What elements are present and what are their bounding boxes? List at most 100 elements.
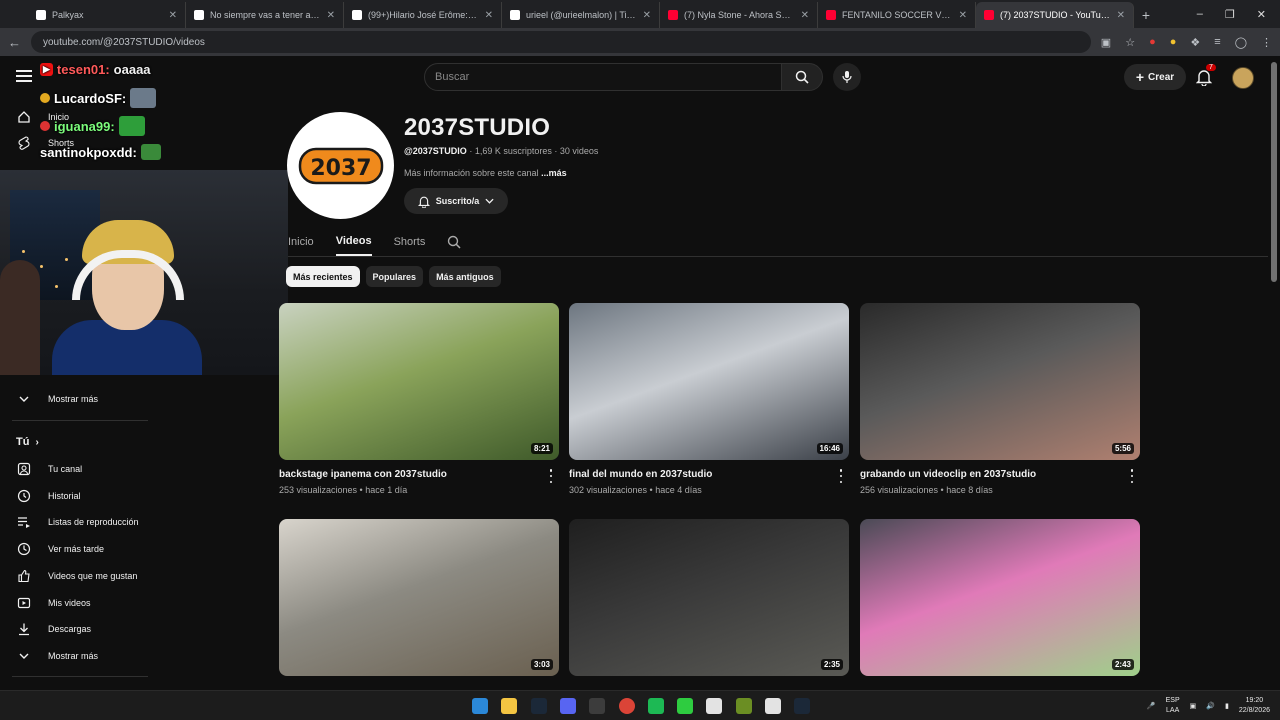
ccleaner-2-icon[interactable] — [765, 698, 781, 714]
tab-close-icon[interactable]: ✕ — [1117, 10, 1125, 21]
chrome-icon[interactable] — [618, 698, 635, 714]
sidebar-item-my-videos[interactable]: Mis videos — [0, 590, 160, 616]
ccleaner-icon[interactable] — [706, 698, 723, 714]
video-thumbnail[interactable]: 3:03 — [279, 519, 559, 676]
subscribed-button[interactable]: Suscrito/a — [404, 188, 508, 214]
tab-close-icon[interactable]: ✕ — [801, 10, 809, 21]
game-icon[interactable] — [735, 698, 752, 714]
browser-tab[interactable]: Palkyax ✕ — [28, 2, 186, 28]
chip-most-recent[interactable]: Más recientes — [286, 266, 360, 287]
tab-close-icon[interactable]: ✕ — [169, 10, 177, 21]
create-button[interactable]: + Crear — [1124, 64, 1186, 90]
steam-2-icon[interactable] — [794, 698, 811, 714]
video-thumbnail[interactable]: 2:35 — [569, 519, 849, 676]
minimize-icon[interactable]: – — [1197, 8, 1203, 20]
cast-icon[interactable]: ▣ — [1101, 36, 1111, 49]
volume-icon[interactable]: 🔊 — [1206, 702, 1215, 710]
tab-videos[interactable]: Videos — [335, 228, 372, 256]
page-scrollbar[interactable] — [1271, 62, 1277, 282]
sidebar-item-download[interactable]: Descargas — [0, 616, 160, 642]
browser-tab[interactable]: (7) Nyla Stone - Ahora Soy Mi P ✕ — [660, 2, 818, 28]
browser-tab[interactable]: urieel (@urieelmalon) | TikTok ✕ — [502, 2, 660, 28]
sidebar-item-watch-later[interactable]: Ver más tarde — [0, 536, 160, 562]
browser-tab[interactable]: (7) 2037STUDIO - YouTube ✕ — [976, 2, 1134, 28]
more-options-icon[interactable] — [1126, 469, 1138, 483]
url-field[interactable]: youtube.com/@2037STUDIO/videos — [31, 31, 1091, 53]
history-icon — [16, 488, 32, 504]
tab-title: urieel (@urieelmalon) | TikTok — [526, 10, 637, 20]
chip-oldest[interactable]: Más antiguos — [429, 266, 501, 287]
extension-red-icon[interactable]: ● — [1149, 36, 1156, 48]
video-title[interactable]: grabando un videoclip en 2037studio — [860, 469, 1036, 480]
tab-inicio[interactable]: Inicio — [288, 228, 314, 256]
battery-icon[interactable]: ▮ — [1225, 702, 1229, 710]
notifications-button[interactable]: 7 — [1195, 64, 1216, 88]
browser-tab[interactable]: (99+)Hilario José Erôme: perfil ✕ — [344, 2, 502, 28]
hamburger-menu-icon[interactable] — [16, 70, 32, 82]
sidebar-show-more-2[interactable]: Mostrar más — [0, 643, 160, 669]
channel-more-link[interactable]: ...más — [541, 168, 567, 178]
account-avatar[interactable] — [1232, 67, 1254, 89]
channel-avatar[interactable]: 2037 — [287, 112, 394, 219]
search-input[interactable]: Buscar — [424, 63, 782, 91]
video-thumbnail[interactable]: 16:46 — [569, 303, 849, 460]
file-explorer-icon[interactable] — [501, 698, 518, 714]
more-options-icon[interactable] — [545, 469, 557, 483]
channel-search-button[interactable] — [447, 228, 461, 256]
extensions-puzzle-icon[interactable]: ❖ — [1190, 36, 1200, 49]
tab-close-icon[interactable]: ✕ — [327, 10, 335, 21]
discord-icon[interactable] — [559, 698, 576, 714]
clock[interactable]: 19:20 22/8/2026 — [1239, 696, 1270, 716]
more-options-icon[interactable] — [835, 469, 847, 483]
start-menu-icon[interactable] — [472, 698, 488, 714]
create-label: Crear — [1148, 71, 1175, 83]
video-thumbnail[interactable]: 2:43 — [860, 519, 1140, 676]
sidebar-item-history[interactable]: Historial — [0, 483, 160, 509]
obs-icon[interactable] — [589, 698, 606, 714]
tab-close-icon[interactable]: ✕ — [959, 10, 967, 21]
browser-tab[interactable]: No siempre vas a tener a alguien ✕ — [186, 2, 344, 28]
tab-close-icon[interactable]: ✕ — [485, 10, 493, 21]
tab-shorts[interactable]: Shorts — [394, 228, 426, 256]
video-title[interactable]: backstage ipanema con 2037studio — [279, 469, 447, 480]
tab-title: (7) 2037STUDIO - YouTube — [1000, 10, 1111, 20]
tab-close-icon[interactable]: ✕ — [643, 10, 651, 21]
tab-label: Videos — [335, 235, 372, 247]
sidebar-item-like[interactable]: Videos que me gustan — [0, 563, 160, 589]
sidebar-you-header[interactable]: Tú › — [16, 436, 39, 448]
tab-title: Palkyax — [52, 10, 84, 20]
video-thumbnail[interactable]: 5:56 — [860, 303, 1140, 460]
channel-name: 2037STUDIO — [404, 114, 551, 141]
new-tab-button[interactable]: + — [1134, 2, 1158, 28]
chat-text: oaaaa — [113, 62, 151, 77]
close-icon[interactable]: ✕ — [1257, 8, 1266, 21]
video-title[interactable]: final del mundo en 2037studio — [569, 469, 712, 480]
sidebar-show-more[interactable]: Mostrar más — [0, 386, 160, 412]
voice-search-button[interactable] — [833, 63, 861, 91]
back-arrow-icon[interactable]: ← — [8, 35, 21, 50]
tab-favicon-icon — [826, 10, 836, 20]
spotify-icon[interactable] — [647, 698, 664, 714]
kick-icon[interactable] — [677, 698, 694, 714]
network-icon[interactable]: ▣ — [1190, 702, 1197, 710]
webcam-second-person — [0, 260, 40, 375]
channel-description[interactable]: Más información sobre este canal ...más — [404, 168, 567, 178]
sidebar-item-channel[interactable]: Tu canal — [0, 456, 160, 482]
menu-dots-icon[interactable]: ⋮ — [1261, 36, 1272, 49]
steam-icon[interactable] — [530, 698, 547, 714]
my-videos-icon — [16, 595, 32, 611]
reading-list-icon[interactable]: ≡ — [1214, 36, 1220, 48]
browser-tab[interactable]: FENTANILO SOCCER VS CANTANTES ✕ — [818, 2, 976, 28]
restore-icon[interactable]: ❐ — [1225, 8, 1235, 21]
profile-icon[interactable]: ◯ — [1235, 36, 1247, 49]
tab-title: (7) Nyla Stone - Ahora Soy Mi P — [684, 10, 795, 20]
chip-popular[interactable]: Populares — [365, 266, 424, 287]
language-indicator[interactable]: ESP LAA — [1166, 696, 1180, 716]
search-button[interactable] — [781, 63, 823, 91]
bookmark-star-icon[interactable]: ☆ — [1125, 36, 1135, 49]
sidebar-item-playlist[interactable]: Listas de reproducción — [0, 509, 160, 535]
sidebar-label: Videos que me gustan — [48, 570, 138, 581]
extension-yellow-icon[interactable]: ● — [1170, 36, 1177, 48]
microphone-tray-icon[interactable]: 🎤 — [1147, 702, 1156, 710]
video-thumbnail[interactable]: 8:21 — [279, 303, 559, 460]
